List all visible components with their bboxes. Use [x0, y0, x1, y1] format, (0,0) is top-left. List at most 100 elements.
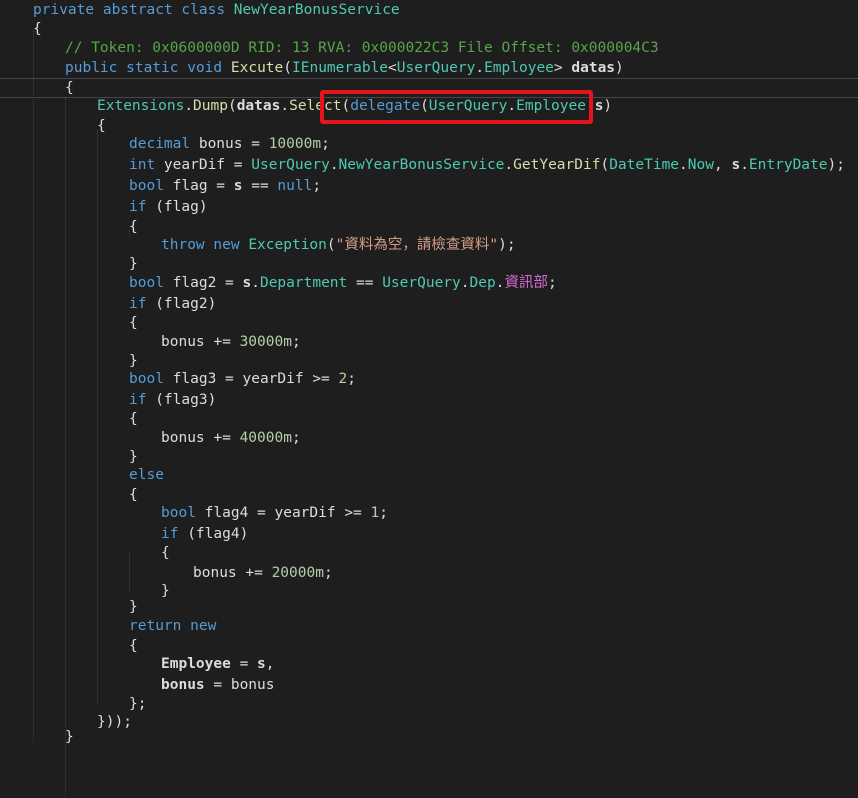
code-token: } — [129, 256, 138, 272]
code-line[interactable]: { — [0, 409, 858, 429]
code-line[interactable]: } — [0, 597, 858, 617]
code-line[interactable]: bool flag2 = s.Department == UserQuery.D… — [0, 273, 858, 293]
code-token: Excute — [230, 60, 284, 76]
code-token: Exception — [248, 237, 327, 253]
code-line[interactable]: { — [0, 543, 858, 563]
code-token: } — [129, 599, 138, 615]
code-line[interactable]: int yearDif = UserQuery.NewYearBonusServ… — [0, 155, 858, 175]
code-line[interactable]: bool flag3 = yearDif >= 2; — [0, 369, 858, 389]
code-token: null — [277, 178, 313, 194]
code-token: s — [731, 157, 741, 173]
code-line[interactable]: else — [0, 465, 858, 485]
code-token: Dump — [193, 98, 228, 114]
code-line[interactable]: throw new Exception("資料為空，請檢查資料"); — [0, 235, 858, 255]
code-line[interactable]: if (flag) — [0, 197, 858, 217]
code-token: { — [129, 219, 138, 235]
code-token: ; — [312, 178, 322, 194]
code-token: bonus = — [198, 136, 269, 152]
code-token: (flag) — [155, 199, 208, 215]
code-line[interactable]: { — [0, 217, 858, 237]
code-token: UserQuery — [382, 275, 461, 291]
code-token: { — [33, 21, 42, 37]
code-token: (flag3) — [155, 392, 217, 408]
code-editor[interactable]: private abstract class NewYearBonusServi… — [0, 0, 858, 798]
code-line[interactable]: { — [0, 313, 858, 333]
code-token: flag3 = yearDif >= — [172, 371, 339, 387]
code-token: } — [129, 353, 138, 369]
code-token: ); — [498, 237, 516, 253]
code-token: yearDif = — [163, 157, 252, 173]
code-token: 10000m — [268, 136, 322, 152]
code-token: datas — [571, 60, 616, 76]
code-token: 40000m — [239, 430, 292, 446]
code-line[interactable]: Employee = s, — [0, 654, 858, 674]
code-line[interactable]: }; — [0, 694, 858, 714]
code-token: if — [129, 199, 156, 215]
code-token: ) — [603, 98, 613, 114]
code-token: bonus += — [161, 334, 240, 350]
code-line[interactable]: { — [0, 485, 858, 505]
code-line[interactable]: bool flag = s == null; — [0, 176, 858, 196]
code-line[interactable]: } — [0, 351, 858, 371]
code-token: 2 — [338, 371, 348, 387]
code-token: Dep — [469, 275, 496, 291]
code-token: . — [504, 157, 514, 173]
code-token: 1 — [370, 505, 380, 521]
code-token: NewYearBonusService — [338, 157, 505, 173]
code-token: { — [97, 118, 106, 134]
code-token: flag = — [172, 178, 234, 194]
code-line[interactable]: if (flag4) — [0, 524, 858, 544]
code-token: { — [129, 487, 138, 503]
code-line[interactable]: bonus += 40000m; — [0, 428, 858, 448]
code-token: . — [251, 275, 260, 291]
code-token: ); — [827, 157, 845, 173]
code-token: UserQuery — [251, 157, 330, 173]
code-token: bool — [129, 371, 173, 387]
code-line[interactable]: return new — [0, 616, 858, 636]
code-token: , — [713, 157, 732, 173]
code-token: decimal — [129, 136, 199, 152]
code-token: ; — [321, 136, 330, 152]
code-token: ( — [600, 157, 610, 173]
code-line[interactable]: bonus += 30000m; — [0, 332, 858, 352]
code-token: // Token: 0x0600000D RID: 13 RVA: 0x0000… — [65, 40, 659, 56]
code-token: return new — [129, 618, 217, 634]
code-token: ; — [347, 371, 356, 387]
code-token: bonus += — [161, 430, 240, 446]
code-line[interactable]: } — [0, 254, 858, 274]
code-token: (flag2) — [155, 296, 217, 312]
code-line[interactable]: bool flag4 = yearDif >= 1; — [0, 503, 858, 523]
highlight-annotation-box — [320, 90, 593, 124]
code-token: UserQuery — [396, 60, 476, 76]
code-token: bonus — [161, 677, 205, 693]
code-line[interactable]: bonus += 20000m; — [0, 563, 858, 583]
code-token: { — [161, 545, 170, 561]
code-line[interactable]: if (flag2) — [0, 294, 858, 314]
code-line[interactable]: } — [0, 727, 858, 747]
code-token: < — [388, 60, 397, 76]
code-line[interactable]: private abstract class NewYearBonusServi… — [0, 0, 858, 20]
code-line[interactable]: if (flag3) — [0, 390, 858, 410]
code-token: int — [129, 157, 164, 173]
code-token: . — [460, 275, 470, 291]
code-token: { — [129, 638, 138, 654]
code-token: GetYearDif — [513, 157, 601, 173]
code-token: = bonus — [204, 677, 275, 693]
code-line[interactable]: // Token: 0x0600000D RID: 13 RVA: 0x0000… — [0, 38, 858, 58]
code-token: (flag4) — [187, 526, 249, 542]
code-token: == — [347, 275, 383, 291]
code-token: ( — [227, 98, 237, 114]
code-token: } — [65, 729, 74, 745]
code-line[interactable]: } — [0, 447, 858, 467]
code-token: { — [129, 315, 138, 331]
code-token: flag2 = — [172, 275, 243, 291]
code-line[interactable]: bonus = bonus — [0, 675, 858, 695]
code-line[interactable]: { — [0, 19, 858, 39]
code-token: flag4 = yearDif >= — [204, 505, 371, 521]
code-token: throw new — [161, 237, 249, 253]
code-line[interactable]: decimal bonus = 10000m; — [0, 134, 858, 154]
code-line[interactable]: { — [0, 636, 858, 656]
code-line[interactable]: public static void Excute(IEnumerable<Us… — [0, 58, 858, 78]
code-token: bool — [129, 275, 173, 291]
code-token: ; — [291, 430, 301, 446]
